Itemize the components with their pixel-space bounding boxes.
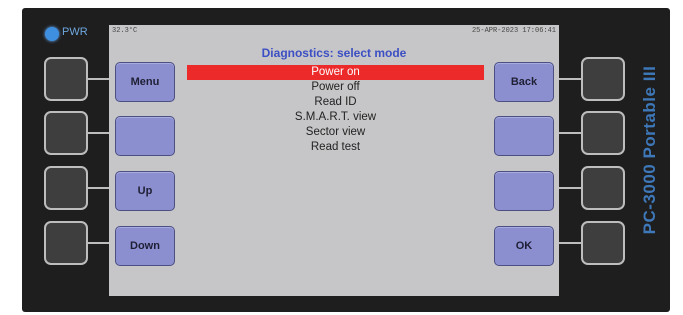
right-hw-button-1[interactable] [581, 57, 625, 101]
softkey-back[interactable]: Back [494, 62, 554, 102]
softkey-up[interactable]: Up [115, 171, 175, 211]
right-connector-4 [557, 242, 583, 244]
right-connector-2 [557, 132, 583, 134]
brand-label: PC-3000 Portable III [640, 65, 659, 235]
menu-item-read-id[interactable]: Read ID [187, 95, 484, 110]
lcd-screen: 32.3°C 25-APR-2023 17:06:41 Diagnostics:… [109, 25, 559, 296]
menu-item-power-on[interactable]: Power on [187, 65, 484, 80]
right-connector-3 [557, 187, 583, 189]
softkey-right-2[interactable] [494, 116, 554, 156]
softkey-menu[interactable]: Menu [115, 62, 175, 102]
right-hw-button-3[interactable] [581, 166, 625, 210]
screen-title: Diagnostics: select mode [261, 46, 407, 60]
menu-item-power-off[interactable]: Power off [187, 80, 484, 95]
power-label: PWR [62, 26, 88, 38]
temperature-readout: 32.3°C [112, 27, 138, 35]
menu-item-read-test[interactable]: Read test [187, 140, 484, 155]
left-hw-button-1[interactable] [44, 57, 88, 101]
left-hw-button-4[interactable] [44, 221, 88, 265]
softkey-left-2[interactable] [115, 116, 175, 156]
left-hw-button-3[interactable] [44, 166, 88, 210]
datetime-readout: 25-APR-2023 17:06:41 [471, 27, 556, 35]
mode-menu: Power on Power off Read ID S.M.A.R.T. vi… [187, 65, 484, 155]
menu-item-smart-view[interactable]: S.M.A.R.T. view [187, 110, 484, 125]
right-hw-button-2[interactable] [581, 111, 625, 155]
power-led-icon [45, 27, 59, 41]
right-hw-button-4[interactable] [581, 221, 625, 265]
softkey-down[interactable]: Down [115, 226, 175, 266]
right-connector-1 [557, 78, 583, 80]
menu-item-sector-view[interactable]: Sector view [187, 125, 484, 140]
softkey-ok[interactable]: OK [494, 226, 554, 266]
left-hw-button-2[interactable] [44, 111, 88, 155]
softkey-right-3[interactable] [494, 171, 554, 211]
